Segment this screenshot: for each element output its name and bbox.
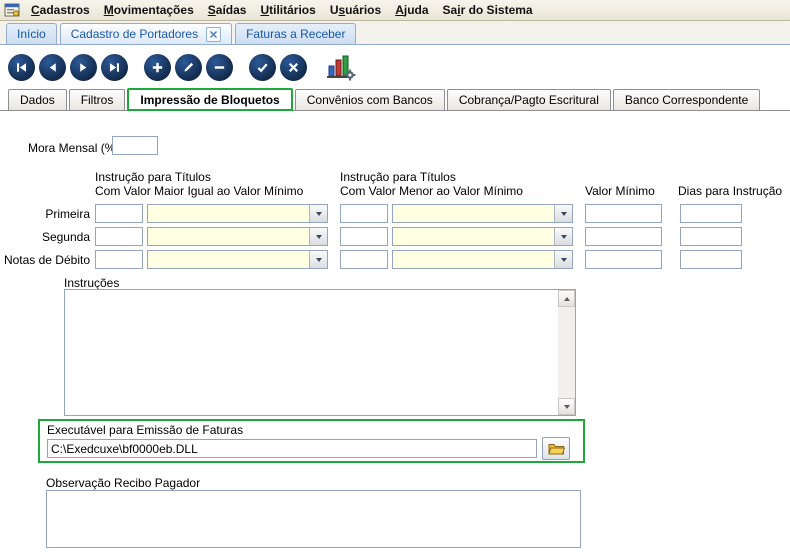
scroll-up-icon[interactable] xyxy=(558,290,575,307)
mora-mensal-label: Mora Mensal (%) xyxy=(28,141,119,155)
instrucoes-label: Instruções xyxy=(64,276,119,290)
instrucao-menor-header-line2: Com Valor Menor ao Valor Mínimo xyxy=(340,184,523,198)
chevron-down-icon[interactable] xyxy=(554,228,572,245)
primeira-valor-menor-codigo-input[interactable] xyxy=(340,204,388,223)
delete-record-button[interactable] xyxy=(206,54,233,81)
bar-chart-gear-icon xyxy=(326,53,356,81)
subtab-cobranca-pagto-escritural[interactable]: Cobrança/Pagto Escritural xyxy=(447,89,611,110)
menu-utilitarios[interactable]: Utilitários xyxy=(253,3,322,17)
first-record-button[interactable] xyxy=(8,54,35,81)
vertical-scrollbar[interactable] xyxy=(558,290,575,415)
app-window: Cadastros Movimentações Saídas Utilitári… xyxy=(0,0,790,555)
menu-cadastros[interactable]: Cadastros xyxy=(24,3,97,17)
instrucao-menor-header-line1: Instrução para Títulos xyxy=(340,170,456,184)
menu-bar: Cadastros Movimentações Saídas Utilitári… xyxy=(0,0,790,21)
mora-mensal-input[interactable] xyxy=(112,136,158,155)
subtab-banco-correspondente[interactable]: Banco Correspondente xyxy=(613,89,760,110)
segunda-valor-menor-codigo-input[interactable] xyxy=(340,227,388,246)
tab-faturas-a-receber[interactable]: Faturas a Receber xyxy=(235,23,356,44)
cancel-button[interactable] xyxy=(280,54,307,81)
executavel-path-input[interactable] xyxy=(47,439,537,458)
tab-cadastro-de-portadores[interactable]: Cadastro de Portadores xyxy=(60,23,232,44)
segunda-valor-maior-codigo-input[interactable] xyxy=(95,227,143,246)
menu-sair-do-sistema[interactable]: Sair do Sistema xyxy=(436,3,540,17)
chevron-down-icon[interactable] xyxy=(554,251,572,268)
edit-record-button[interactable] xyxy=(175,54,202,81)
segunda-valor-menor-combo[interactable] xyxy=(392,227,573,246)
valor-minimo-header: Valor Mínimo xyxy=(585,184,655,198)
executavel-group: Executável para Emissão de Faturas xyxy=(38,419,585,463)
menu-ajuda[interactable]: Ajuda xyxy=(388,3,435,17)
segunda-label: Segunda xyxy=(0,230,90,244)
toolbar xyxy=(0,45,790,89)
subtab-impressao-de-bloquetos[interactable]: Impressão de Bloquetos xyxy=(127,88,292,111)
primeira-dias-instrucao-input[interactable] xyxy=(680,204,742,223)
app-icon xyxy=(4,2,21,18)
instrucao-maior-header-line1: Instrução para Títulos xyxy=(95,170,211,184)
executavel-group-label: Executável para Emissão de Faturas xyxy=(47,423,243,437)
subtab-convenios-com-bancos[interactable]: Convênios com Bancos xyxy=(295,89,445,110)
notas-debito-dias-instrucao-input[interactable] xyxy=(680,250,742,269)
menu-saidas[interactable]: Saídas xyxy=(201,3,254,17)
primeira-valor-minimo-input[interactable] xyxy=(585,204,662,223)
last-record-button[interactable] xyxy=(101,54,128,81)
primeira-valor-maior-combo[interactable] xyxy=(147,204,328,223)
tab-label: Início xyxy=(17,27,46,41)
subtab-filtros[interactable]: Filtros xyxy=(69,89,126,110)
primeira-valor-maior-codigo-input[interactable] xyxy=(95,204,143,223)
folder-icon xyxy=(548,442,565,455)
notas-debito-valor-menor-codigo-input[interactable] xyxy=(340,250,388,269)
tab-bar: Início Cadastro de Portadores Faturas a … xyxy=(0,21,790,45)
instrucoes-textarea[interactable] xyxy=(64,289,576,416)
observacao-recibo-pagador-textarea[interactable] xyxy=(46,490,581,548)
confirm-button[interactable] xyxy=(249,54,276,81)
segunda-valor-maior-combo[interactable] xyxy=(147,227,328,246)
notas-de-debito-label: Notas de Débito xyxy=(0,253,90,267)
observacao-recibo-pagador-label: Observação Recibo Pagador xyxy=(46,476,200,490)
menu-usuarios[interactable]: Usuários xyxy=(323,3,388,17)
chevron-down-icon[interactable] xyxy=(309,251,327,268)
tab-inicio[interactable]: Início xyxy=(6,23,57,44)
notas-debito-valor-maior-codigo-input[interactable] xyxy=(95,250,143,269)
previous-record-button[interactable] xyxy=(39,54,66,81)
subtab-bar: Dados Filtros Impressão de Bloquetos Con… xyxy=(0,89,790,111)
chevron-down-icon[interactable] xyxy=(309,228,327,245)
subtab-dados[interactable]: Dados xyxy=(8,89,67,110)
chevron-down-icon[interactable] xyxy=(309,205,327,222)
segunda-valor-minimo-input[interactable] xyxy=(585,227,662,246)
segunda-dias-instrucao-input[interactable] xyxy=(680,227,742,246)
browse-file-button[interactable] xyxy=(542,437,570,460)
primeira-valor-menor-combo[interactable] xyxy=(392,204,573,223)
primeira-label: Primeira xyxy=(0,207,90,221)
scroll-down-icon[interactable] xyxy=(558,398,575,415)
dias-para-instrucao-header: Dias para Instrução xyxy=(678,184,782,198)
notas-debito-valor-menor-combo[interactable] xyxy=(392,250,573,269)
insert-record-button[interactable] xyxy=(144,54,171,81)
tab-label: Faturas a Receber xyxy=(246,27,345,41)
notas-debito-valor-maior-combo[interactable] xyxy=(147,250,328,269)
menu-movimentacoes[interactable]: Movimentações xyxy=(97,3,201,17)
chevron-down-icon[interactable] xyxy=(554,205,572,222)
chart-report-button[interactable] xyxy=(323,51,359,83)
next-record-button[interactable] xyxy=(70,54,97,81)
tab-label: Cadastro de Portadores xyxy=(71,27,198,41)
instrucao-maior-header-line2: Com Valor Maior Igual ao Valor Mínimo xyxy=(95,184,303,198)
close-icon[interactable] xyxy=(206,27,221,42)
notas-debito-valor-minimo-input[interactable] xyxy=(585,250,662,269)
